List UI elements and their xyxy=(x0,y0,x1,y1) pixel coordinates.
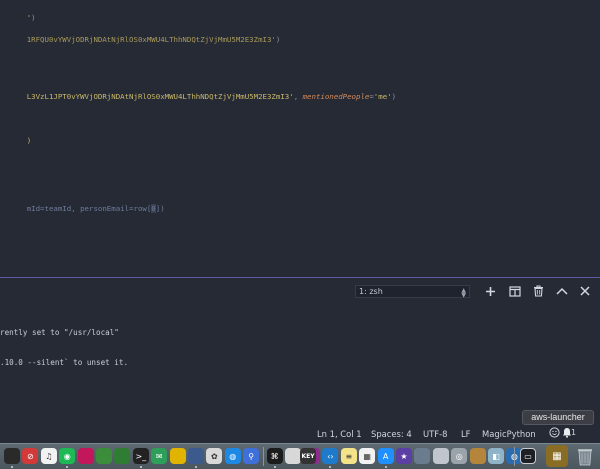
vscode-icon[interactable]: ‹› xyxy=(322,448,339,464)
code-token: 'me' xyxy=(373,92,392,101)
code-line: ') xyxy=(0,3,36,22)
code-token: ) xyxy=(26,136,32,145)
music-icon[interactable]: ♫ xyxy=(40,448,57,464)
app-icon[interactable] xyxy=(414,448,431,464)
preview-icon[interactable]: ◧ xyxy=(488,448,504,464)
code-token: mentionedPeople xyxy=(302,92,370,101)
terminal-output: rently set to "/usr/local" .10.0 --silen… xyxy=(0,308,128,388)
code-token: L3VzL1JPT0vYWVjODRjNDAtNjRlOS0xMWU4LThhN… xyxy=(26,92,294,101)
keychain-icon[interactable] xyxy=(285,448,301,464)
indentation[interactable]: Spaces: 4 xyxy=(371,429,412,439)
code-token: , xyxy=(293,92,303,101)
tooltip: aws-launcher xyxy=(522,410,594,425)
app-icon[interactable] xyxy=(96,448,112,464)
code-token: ) xyxy=(275,35,281,44)
running-indicator xyxy=(139,466,142,468)
chevron-up-icon[interactable] xyxy=(555,284,569,298)
code-line: mId=teamId, personEmail=row[0]) xyxy=(0,194,165,213)
screen-icon[interactable]: ▭ xyxy=(520,448,536,464)
console-icon[interactable]: ⌘ xyxy=(266,448,283,464)
app-icon[interactable] xyxy=(169,448,186,464)
line-ending[interactable]: LF xyxy=(461,429,470,439)
app-icon[interactable] xyxy=(114,448,131,464)
maps-icon[interactable]: ⚲ xyxy=(243,448,260,464)
screen: ') 1RFQU0vYWVjODRjNDAtNjRlOS0xMWU4LThhND… xyxy=(0,0,600,469)
select-arrows-icon: ▲ ▼ xyxy=(461,287,466,299)
dock-separator xyxy=(514,447,515,466)
running-indicator xyxy=(195,466,197,468)
terminal-toolbar: 1: zsh ▲ ▼ xyxy=(0,278,600,306)
running-indicator xyxy=(329,466,332,468)
dock: ⊘♫◉>_✉✿◍⚲⌘‹›≡▦A★◎◧◍KEY▭▦ xyxy=(0,443,600,469)
code-line: 1RFQU0vYWVjODRjNDAtNjRlOS0xMWU4LThhNDQtZ… xyxy=(0,25,281,44)
running-indicator xyxy=(11,466,13,468)
notification-count: 1 xyxy=(571,428,577,437)
terminal-icon[interactable]: >_ xyxy=(132,448,149,464)
spotify-icon[interactable]: ◉ xyxy=(59,448,76,464)
terminal-panel[interactable]: 1: zsh ▲ ▼ rently set to "/usr/local" .10… xyxy=(0,278,600,423)
aws-launcher-icon[interactable]: ▦ xyxy=(546,445,568,467)
app-icon[interactable] xyxy=(469,448,486,464)
no-entry-icon[interactable]: ⊘ xyxy=(22,448,39,464)
code-token: ) xyxy=(391,92,397,101)
photos-icon[interactable]: ✿ xyxy=(206,448,223,464)
terminal-select[interactable]: 1: zsh ▲ ▼ xyxy=(355,285,470,299)
plus-icon[interactable] xyxy=(483,284,497,298)
disk-icon[interactable]: ◎ xyxy=(451,448,468,464)
close-icon[interactable] xyxy=(578,284,592,298)
smiley-icon[interactable] xyxy=(549,427,560,438)
app-icon[interactable] xyxy=(4,448,20,464)
running-indicator xyxy=(66,466,69,468)
language-mode[interactable]: MagicPython xyxy=(482,429,536,439)
code-line: L3VzL1JPT0vYWVjODRjNDAtNjRlOS0xMWU4LThhN… xyxy=(0,82,396,101)
code-editor[interactable]: ') 1RFQU0vYWVjODRjNDAtNjRlOS0xMWU4LThhND… xyxy=(0,0,600,278)
terminal-line: .10.0 --silent` to unset it. xyxy=(0,358,129,367)
trash-icon[interactable] xyxy=(531,284,545,298)
notes-icon[interactable]: ≡ xyxy=(340,448,357,464)
trash-icon[interactable] xyxy=(576,446,594,466)
terminal-select-value: 1: zsh xyxy=(359,287,383,296)
app-store-icon[interactable]: A xyxy=(377,448,394,464)
globe-icon[interactable]: ◍ xyxy=(224,448,241,464)
code-token: ]) xyxy=(155,204,165,213)
star-icon[interactable]: ★ xyxy=(396,448,412,464)
running-indicator xyxy=(384,466,387,468)
keyboard-icon[interactable]: KEY xyxy=(300,448,316,464)
calendar-icon[interactable]: ▦ xyxy=(359,448,376,464)
app-icon[interactable] xyxy=(77,448,94,464)
running-indicator xyxy=(273,466,276,468)
dock-separator xyxy=(262,447,264,466)
terminal-line: rently set to "/usr/local" xyxy=(0,328,119,337)
chat-icon[interactable]: ✉ xyxy=(151,448,168,464)
cursor-position[interactable]: Ln 1, Col 1 xyxy=(317,429,362,439)
code-line: ) xyxy=(0,126,31,145)
code-token: 1RFQU0vYWVjODRjNDAtNjRlOS0xMWU4LThhNDQtZ… xyxy=(26,35,276,44)
app-icon[interactable] xyxy=(432,448,449,464)
app-icon[interactable] xyxy=(188,448,204,464)
status-bar: Ln 1, Col 1 Spaces: 4 UTF-8 LF MagicPyth… xyxy=(0,424,600,443)
split-icon[interactable] xyxy=(508,284,522,298)
code-token: mId=teamId, personEmail=row[ xyxy=(26,204,152,213)
encoding[interactable]: UTF-8 xyxy=(423,429,447,439)
code-token: ) xyxy=(31,13,36,22)
